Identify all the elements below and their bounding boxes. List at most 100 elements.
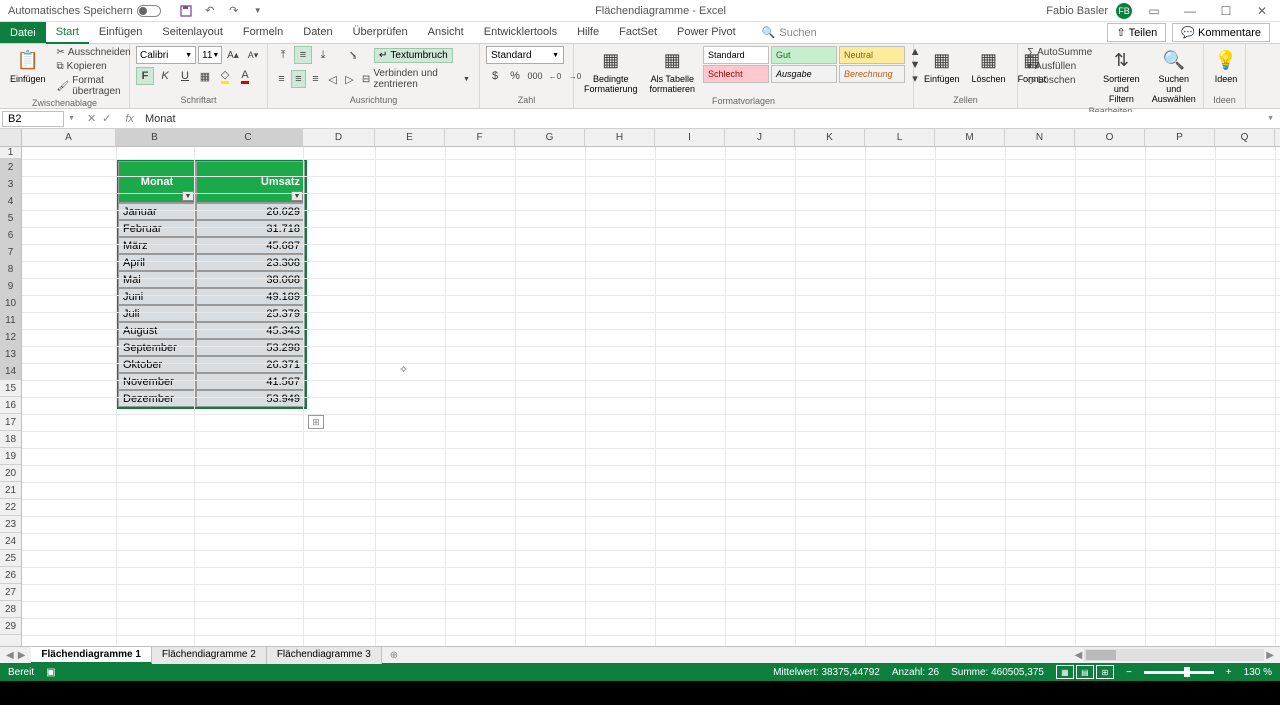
row-header-26[interactable]: 26 <box>0 567 21 584</box>
cell-umsatz[interactable]: 38.068 <box>196 271 305 288</box>
col-header-L[interactable]: L <box>865 129 935 146</box>
row-header-11[interactable]: 11 <box>0 312 21 329</box>
cell-umsatz[interactable]: 45.687 <box>196 237 305 254</box>
row-header-21[interactable]: 21 <box>0 482 21 499</box>
sheet-tab-2[interactable]: Flächendiagramme 2 <box>152 647 267 664</box>
name-box-dropdown-icon[interactable]: ▼ <box>64 115 79 122</box>
col-header-P[interactable]: P <box>1145 129 1215 146</box>
row-header-14[interactable]: 14 <box>0 363 21 380</box>
font-name-select[interactable]: Calibri▼ <box>136 46 196 64</box>
fill-color-button[interactable]: ◇ <box>216 67 234 85</box>
zoom-out-button[interactable]: − <box>1126 667 1132 678</box>
currency-button[interactable]: $ <box>486 67 504 85</box>
user-avatar[interactable]: FB <box>1116 3 1132 19</box>
zoom-slider[interactable] <box>1144 671 1214 674</box>
tab-entwicklertools[interactable]: Entwicklertools <box>474 22 567 42</box>
tab-überprüfen[interactable]: Überprüfen <box>343 22 418 42</box>
zoom-in-button[interactable]: + <box>1226 667 1232 678</box>
row-header-4[interactable]: 4 <box>0 193 21 210</box>
name-box[interactable]: B2 <box>2 111 64 127</box>
cell-umsatz[interactable]: 23.308 <box>196 254 305 271</box>
fx-icon[interactable]: fx <box>119 113 140 125</box>
col-header-A[interactable]: A <box>22 129 116 146</box>
cut-button[interactable]: ✂Ausschneiden <box>54 46 134 59</box>
row-header-27[interactable]: 27 <box>0 584 21 601</box>
paste-button[interactable]: 📋 Einfügen <box>6 46 50 86</box>
table-row[interactable]: April23.308 <box>118 254 305 271</box>
style-good[interactable]: Gut <box>771 46 837 64</box>
row-header-10[interactable]: 10 <box>0 295 21 312</box>
cell-month[interactable]: Januar <box>118 203 196 220</box>
col-header-E[interactable]: E <box>375 129 445 146</box>
cell-umsatz[interactable]: 45.343 <box>196 322 305 339</box>
row-header-3[interactable]: 3 <box>0 176 21 193</box>
minimize-icon[interactable]: ― <box>1176 1 1204 21</box>
table-row[interactable]: Dezember53.949 <box>118 390 305 407</box>
tab-formeln[interactable]: Formeln <box>233 22 293 42</box>
table-row[interactable]: Februar31.718 <box>118 220 305 237</box>
tab-daten[interactable]: Daten <box>293 22 342 42</box>
row-header-13[interactable]: 13 <box>0 346 21 363</box>
share-button[interactable]: ⇧Teilen <box>1107 23 1166 42</box>
row-header-12[interactable]: 12 <box>0 329 21 346</box>
font-size-select[interactable]: 11▼ <box>198 46 222 64</box>
row-header-5[interactable]: 5 <box>0 210 21 227</box>
page-break-view-button[interactable]: ⊞ <box>1096 665 1114 679</box>
align-right-button[interactable]: ≡ <box>308 70 323 88</box>
table-row[interactable]: September53.298 <box>118 339 305 356</box>
comments-button[interactable]: 💬Kommentare <box>1172 23 1270 42</box>
select-all-corner[interactable] <box>0 129 22 146</box>
number-format-select[interactable]: Standard▼ <box>486 46 564 64</box>
bold-button[interactable]: F <box>136 67 154 85</box>
cell-month[interactable]: April <box>118 254 196 271</box>
col-header-Q[interactable]: Q <box>1215 129 1275 146</box>
tab-power pivot[interactable]: Power Pivot <box>667 22 746 42</box>
col-header-G[interactable]: G <box>515 129 585 146</box>
increase-indent-button[interactable]: ▷ <box>342 70 357 88</box>
col-header-O[interactable]: O <box>1075 129 1145 146</box>
cell-month[interactable]: Oktober <box>118 356 196 373</box>
row-header-23[interactable]: 23 <box>0 516 21 533</box>
cell-month[interactable]: November <box>118 373 196 390</box>
row-header-18[interactable]: 18 <box>0 431 21 448</box>
cell-month[interactable]: Februar <box>118 220 196 237</box>
align-bottom-button[interactable]: ⤓ <box>314 46 332 64</box>
cell-umsatz[interactable]: 41.567 <box>196 373 305 390</box>
underline-button[interactable]: U <box>176 67 194 85</box>
undo-icon[interactable]: ↶ <box>203 4 217 18</box>
normal-view-button[interactable]: ▦ <box>1056 665 1074 679</box>
find-select-button[interactable]: 🔍Suchen und Auswählen <box>1148 46 1200 106</box>
row-header-1[interactable]: 1 <box>0 147 21 159</box>
align-left-button[interactable]: ≡ <box>274 70 289 88</box>
cell-month[interactable]: August <box>118 322 196 339</box>
align-top-button[interactable]: ⤒ <box>274 46 292 64</box>
tab-seitenlayout[interactable]: Seitenlayout <box>152 22 233 42</box>
thousands-button[interactable]: 000 <box>526 67 544 85</box>
header-umsatz[interactable]: Umsatz▼ <box>196 161 305 203</box>
macro-record-icon[interactable]: ▣ <box>46 667 55 678</box>
zoom-level[interactable]: 130 % <box>1244 667 1272 678</box>
align-center-button[interactable]: ≡ <box>291 70 306 88</box>
row-header-20[interactable]: 20 <box>0 465 21 482</box>
cell-umsatz[interactable]: 26.371 <box>196 356 305 373</box>
maximize-icon[interactable]: ☐ <box>1212 1 1240 21</box>
row-header-8[interactable]: 8 <box>0 261 21 278</box>
col-header-C[interactable]: C <box>194 129 303 146</box>
cell-umsatz[interactable]: 31.718 <box>196 220 305 237</box>
row-header-2[interactable]: 2 <box>0 159 21 176</box>
col-header-M[interactable]: M <box>935 129 1005 146</box>
table-row[interactable]: Juni49.189 <box>118 288 305 305</box>
row-header-9[interactable]: 9 <box>0 278 21 295</box>
decrease-font-button[interactable]: A▾ <box>244 46 262 64</box>
col-header-B[interactable]: B <box>116 129 194 146</box>
style-output[interactable]: Ausgabe <box>771 65 837 83</box>
style-calculation[interactable]: Berechnung <box>839 65 905 83</box>
align-middle-button[interactable]: ≡ <box>294 46 312 64</box>
hscroll-left-icon[interactable]: ◀ <box>1073 650 1085 661</box>
increase-font-button[interactable]: A▴ <box>224 46 242 64</box>
delete-cells-button[interactable]: ▦Löschen <box>968 46 1010 86</box>
hscroll-right-icon[interactable]: ▶ <box>1264 650 1276 661</box>
col-header-K[interactable]: K <box>795 129 865 146</box>
cancel-formula-icon[interactable]: ✕ <box>87 112 96 125</box>
row-header-15[interactable]: 15 <box>0 380 21 397</box>
